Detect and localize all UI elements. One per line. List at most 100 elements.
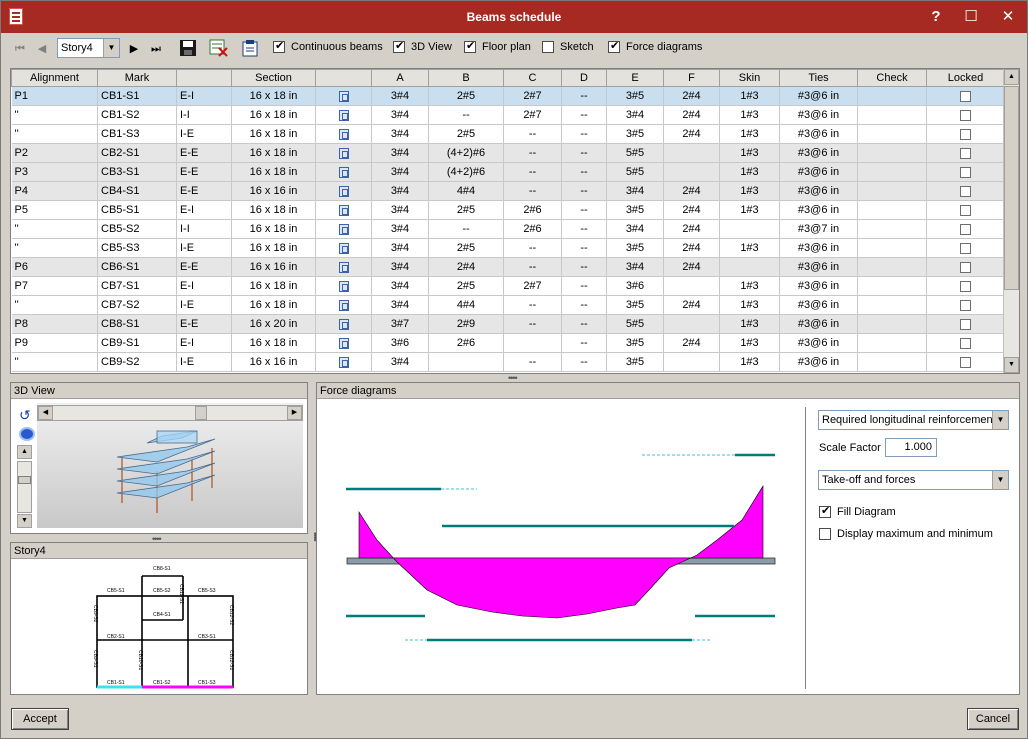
table-cell[interactable]: 2#6 bbox=[503, 200, 562, 220]
table-cell[interactable]: 3#4 bbox=[371, 105, 429, 125]
zoom-down-icon[interactable]: ▼ bbox=[17, 514, 32, 528]
table-cell[interactable]: 2#5 bbox=[428, 200, 504, 220]
table-cell[interactable]: CB3-S1 bbox=[97, 162, 177, 182]
table-cell[interactable]: CB6-S1 bbox=[97, 257, 177, 277]
table-cell[interactable]: 16 x 18 in bbox=[231, 333, 316, 353]
section-detail-icon[interactable] bbox=[338, 280, 349, 292]
table-cell[interactable]: E-E bbox=[176, 257, 232, 277]
table-cell[interactable]: 16 x 18 in bbox=[231, 162, 316, 182]
table-cell[interactable]: -- bbox=[561, 352, 607, 372]
table-cell[interactable]: #3@6 in bbox=[779, 257, 858, 277]
table-cell[interactable]: 2#4 bbox=[663, 200, 720, 220]
table-cell[interactable]: -- bbox=[503, 314, 562, 334]
table-cell[interactable] bbox=[926, 238, 1005, 258]
table-cell[interactable]: -- bbox=[503, 124, 562, 144]
table-cell[interactable] bbox=[315, 238, 372, 258]
table-cell[interactable]: 1#3 bbox=[719, 276, 780, 296]
column-header[interactable]: B bbox=[428, 69, 504, 87]
locked-checkbox[interactable] bbox=[960, 109, 971, 121]
table-cell[interactable]: E-I bbox=[176, 333, 232, 353]
table-cell[interactable]: 1#3 bbox=[719, 314, 780, 334]
table-row[interactable]: P1 CB1-S1 E-I 16 x 18 in 3#4 2#5 2#7 -- 3#5 2#4 1#… bbox=[11, 86, 1005, 106]
table-cell[interactable]: 3#4 bbox=[371, 200, 429, 220]
table-cell[interactable]: #3@6 in bbox=[779, 352, 858, 372]
table-cell[interactable]: -- bbox=[561, 86, 607, 106]
table-cell[interactable]: 3#4 bbox=[606, 257, 664, 277]
table-cell[interactable]: CB1-S3 bbox=[97, 124, 177, 144]
column-header[interactable]: F bbox=[663, 69, 720, 87]
table-cell[interactable]: 3#4 bbox=[371, 276, 429, 296]
table-cell[interactable] bbox=[315, 181, 372, 201]
table-cell[interactable]: 3#4 bbox=[371, 295, 429, 315]
table-cell[interactable]: 3#6 bbox=[371, 333, 429, 353]
table-row[interactable]: '' CB1-S2 I-I 16 x 18 in 3#4 -- 2#7 -- 3#4 2#4 1#3… bbox=[11, 105, 1005, 125]
table-cell[interactable] bbox=[926, 352, 1005, 372]
table-cell[interactable]: P8 bbox=[11, 314, 98, 334]
table-cell[interactable]: -- bbox=[561, 105, 607, 125]
table-row[interactable]: '' CB1-S3 I-E 16 x 18 in 3#4 2#5 -- -- 3#5 2#4 1#3… bbox=[11, 124, 1005, 144]
table-cell[interactable]: CB8-S1 bbox=[97, 314, 177, 334]
table-cell[interactable]: CB7-S1 bbox=[97, 276, 177, 296]
table-cell[interactable] bbox=[926, 276, 1005, 296]
table-cell[interactable]: #3@6 in bbox=[779, 162, 858, 182]
table-cell[interactable] bbox=[719, 219, 780, 239]
column-header[interactable]: E bbox=[606, 69, 664, 87]
table-cell[interactable]: P3 bbox=[11, 162, 98, 182]
column-header[interactable]: Alignment bbox=[11, 69, 98, 87]
table-cell[interactable]: #3@6 in bbox=[779, 314, 858, 334]
locked-checkbox[interactable] bbox=[960, 299, 971, 311]
table-cell[interactable]: -- bbox=[561, 181, 607, 201]
column-header[interactable] bbox=[176, 69, 232, 87]
locked-checkbox[interactable] bbox=[960, 337, 971, 349]
table-row[interactable]: P7 CB7-S1 E-I 16 x 18 in 3#4 2#5 2#7 -- 3#6 1#3 #3… bbox=[11, 276, 1005, 296]
table-cell[interactable]: E-E bbox=[176, 181, 232, 201]
table-cell[interactable]: P6 bbox=[11, 257, 98, 277]
table-cell[interactable]: 1#3 bbox=[719, 295, 780, 315]
table-cell[interactable]: CB9-S2 bbox=[97, 352, 177, 372]
table-cell[interactable]: 2#7 bbox=[503, 86, 562, 106]
table-cell[interactable]: 1#3 bbox=[719, 162, 780, 182]
table-cell[interactable]: 3#4 bbox=[371, 86, 429, 106]
column-header[interactable]: C bbox=[503, 69, 562, 87]
table-cell[interactable]: 16 x 20 in bbox=[231, 314, 316, 334]
table-cell[interactable]: CB1-S2 bbox=[97, 105, 177, 125]
table-cell[interactable]: CB2-S1 bbox=[97, 143, 177, 163]
force-diagram-canvas[interactable] bbox=[317, 400, 804, 694]
section-detail-icon[interactable] bbox=[338, 242, 349, 254]
table-cell[interactable]: I-I bbox=[176, 105, 232, 125]
table-cell[interactable]: 2#4 bbox=[663, 238, 720, 258]
scroll-left-icon[interactable]: ◀ bbox=[38, 406, 53, 420]
table-row[interactable]: '' CB7-S2 I-E 16 x 18 in 3#4 4#4 -- -- 3#5 2#4 1#3… bbox=[11, 295, 1005, 315]
table-cell[interactable]: 16 x 18 in bbox=[231, 143, 316, 163]
scroll-down-icon[interactable]: ▼ bbox=[1004, 357, 1019, 373]
table-cell[interactable]: 2#4 bbox=[663, 86, 720, 106]
table-cell[interactable] bbox=[315, 219, 372, 239]
table-cell[interactable]: 2#4 bbox=[663, 124, 720, 144]
table-cell[interactable] bbox=[503, 333, 562, 353]
maximize-button[interactable]: ☐ bbox=[960, 7, 982, 27]
table-cell[interactable]: 3#4 bbox=[606, 219, 664, 239]
table-cell[interactable]: 2#7 bbox=[503, 105, 562, 125]
table-cell[interactable] bbox=[315, 314, 372, 334]
table-cell[interactable]: 16 x 18 in bbox=[231, 105, 316, 125]
table-cell[interactable]: 5#5 bbox=[606, 143, 664, 163]
table-cell[interactable]: 3#5 bbox=[606, 295, 664, 315]
table-cell[interactable]: -- bbox=[503, 352, 562, 372]
column-header[interactable]: Skin bbox=[719, 69, 780, 87]
section-detail-icon[interactable] bbox=[338, 356, 349, 368]
table-cell[interactable] bbox=[926, 295, 1005, 315]
close-button[interactable]: ✕ bbox=[997, 7, 1019, 27]
3d-view-checkbox[interactable]: 3D View bbox=[393, 39, 452, 54]
locked-checkbox[interactable] bbox=[960, 147, 971, 159]
table-cell[interactable]: 3#4 bbox=[606, 105, 664, 125]
table-cell[interactable]: 3#4 bbox=[371, 181, 429, 201]
table-cell[interactable]: 3#6 bbox=[606, 276, 664, 296]
table-row[interactable]: P2 CB2-S1 E-E 16 x 18 in 3#4 (4+2)#6 -- -- 5#5 1#… bbox=[11, 143, 1005, 163]
table-cell[interactable]: I-E bbox=[176, 352, 232, 372]
table-cell[interactable]: '' bbox=[11, 295, 98, 315]
table-cell[interactable]: CB7-S2 bbox=[97, 295, 177, 315]
table-cell[interactable]: '' bbox=[11, 124, 98, 144]
table-cell[interactable]: -- bbox=[561, 238, 607, 258]
table-cell[interactable]: 3#4 bbox=[371, 143, 429, 163]
3d-horizontal-scrollbar[interactable]: ◀ ▶ bbox=[37, 405, 303, 421]
